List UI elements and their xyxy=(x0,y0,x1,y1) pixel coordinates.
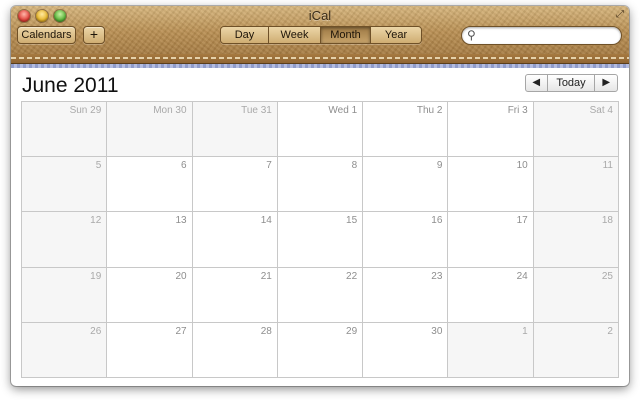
previous-month-button[interactable]: ◀ xyxy=(526,75,548,91)
day-cell[interactable]: 14 xyxy=(192,212,278,268)
day-cell[interactable]: 13 xyxy=(107,212,193,268)
view-switcher: Day Week Month Year xyxy=(220,26,422,44)
day-cell[interactable]: 27 xyxy=(107,322,193,378)
day-cell[interactable]: Thu 2 xyxy=(363,102,449,158)
day-cell[interactable]: 26 xyxy=(22,322,108,378)
day-cell[interactable]: 20 xyxy=(107,267,193,323)
day-cell[interactable]: 19 xyxy=(22,267,108,323)
month-navigation: ◀ Today ▶ xyxy=(525,74,618,92)
day-cell[interactable]: 9 xyxy=(363,157,449,213)
day-cell[interactable]: 21 xyxy=(192,267,278,323)
month-grid: Sun 29 Mon 30 Tue 31 Wed 1 Thu 2 Fri 3 S… xyxy=(21,101,619,378)
month-title: June 2011 xyxy=(22,74,119,97)
view-day-button[interactable]: Day xyxy=(221,27,269,43)
day-cell[interactable]: 1 xyxy=(448,322,534,378)
torn-paper-edge xyxy=(11,64,629,68)
day-cell[interactable]: 5 xyxy=(22,157,108,213)
view-week-button[interactable]: Week xyxy=(269,27,321,43)
ical-window: iCal ⤢ Calendars + Day Week Month Year ⚲… xyxy=(11,6,629,386)
view-year-button[interactable]: Year xyxy=(371,27,421,43)
stitched-edge xyxy=(11,54,629,64)
day-cell[interactable]: 25 xyxy=(533,267,619,323)
calendars-button[interactable]: Calendars xyxy=(17,26,76,44)
day-cell[interactable]: 23 xyxy=(363,267,449,323)
today-button[interactable]: Today xyxy=(548,75,596,91)
day-cell[interactable]: Tue 31 xyxy=(192,102,278,158)
day-cell[interactable]: 30 xyxy=(363,322,449,378)
day-cell[interactable]: Fri 3 xyxy=(448,102,534,158)
search-field[interactable]: ⚲ xyxy=(461,26,622,45)
day-cell[interactable]: 10 xyxy=(448,157,534,213)
fullscreen-icon[interactable]: ⤢ xyxy=(616,9,624,20)
day-cell[interactable]: 15 xyxy=(277,212,364,268)
day-cell[interactable]: 11 xyxy=(533,157,619,213)
next-month-button[interactable]: ▶ xyxy=(595,75,617,91)
day-cell[interactable]: 7 xyxy=(192,157,278,213)
day-cell[interactable]: 2 xyxy=(533,322,619,378)
day-cell[interactable]: 17 xyxy=(448,212,534,268)
search-icon[interactable]: ⚲ xyxy=(467,28,476,42)
day-cell[interactable]: Mon 30 xyxy=(107,102,193,158)
day-cell[interactable]: 28 xyxy=(192,322,278,378)
day-cell[interactable]: 8 xyxy=(277,157,364,213)
day-cell[interactable]: 24 xyxy=(448,267,534,323)
day-cell[interactable]: 16 xyxy=(363,212,449,268)
day-cell[interactable]: 12 xyxy=(22,212,108,268)
toolbar: iCal ⤢ Calendars + Day Week Month Year ⚲ xyxy=(11,6,629,54)
day-cell[interactable]: 18 xyxy=(533,212,619,268)
window-title: iCal xyxy=(308,8,332,23)
day-cell[interactable]: Sat 4 xyxy=(533,102,619,158)
day-cell[interactable]: Wed 1 xyxy=(277,102,364,158)
add-event-button[interactable]: + xyxy=(83,26,105,44)
day-cell[interactable]: 22 xyxy=(277,267,364,323)
day-cell[interactable]: Sun 29 xyxy=(22,102,108,158)
search-input[interactable] xyxy=(486,29,616,43)
view-month-button[interactable]: Month xyxy=(321,27,371,43)
day-cell[interactable]: 29 xyxy=(277,322,364,378)
day-cell[interactable]: 6 xyxy=(107,157,193,213)
